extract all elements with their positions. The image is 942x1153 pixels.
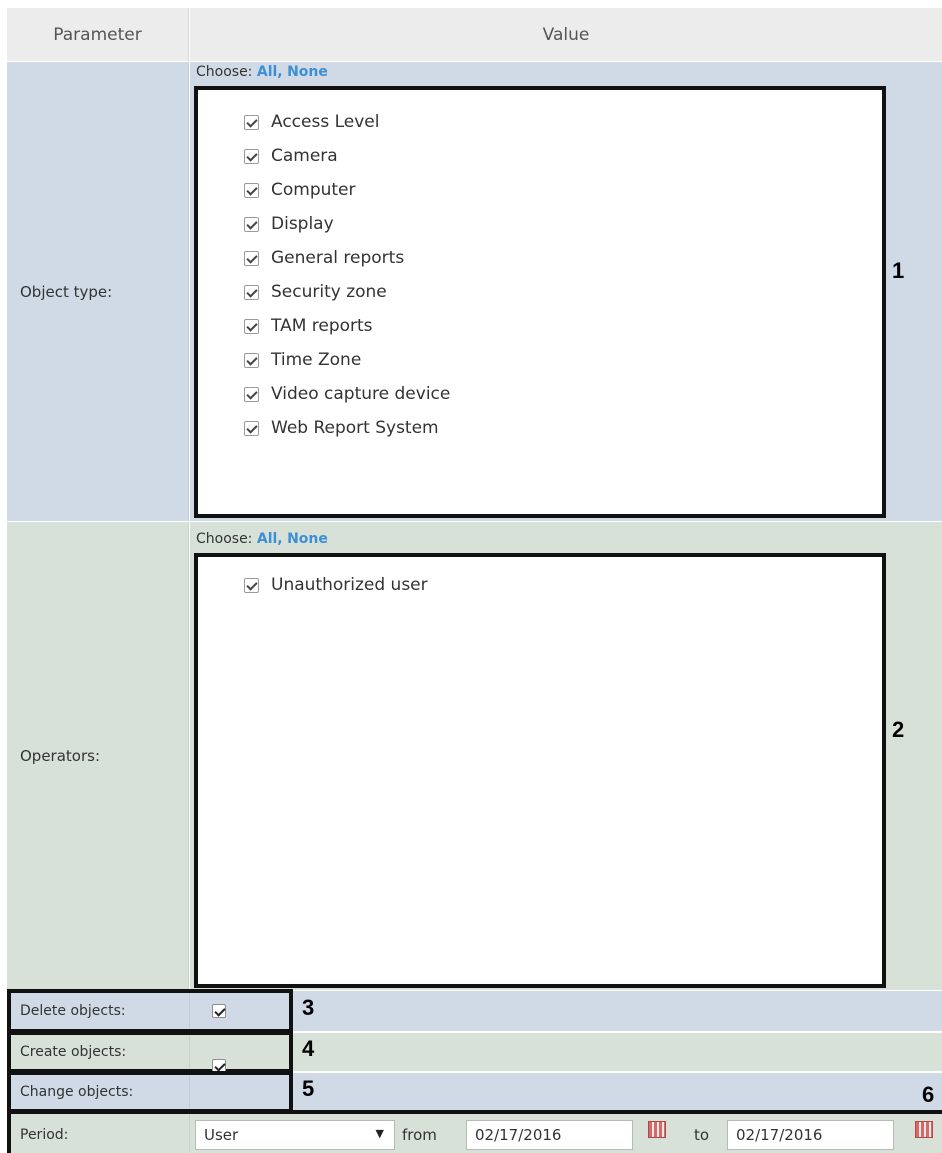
operators-label-cell: Operators: [7, 522, 189, 990]
checkbox-checked-icon[interactable] [244, 284, 259, 300]
list-item-label: Display [271, 214, 334, 234]
checkbox-checked-icon[interactable] [244, 386, 259, 402]
choose-separator: , [277, 531, 283, 547]
to-label: to [694, 1126, 710, 1144]
change-objects-label: Change objects: [20, 1084, 134, 1100]
choose-separator: , [277, 64, 283, 80]
choose-prefix: Choose: [196, 64, 253, 80]
object-type-list[interactable]: Access Level Camera Computer Display Gen… [194, 86, 886, 518]
object-type-label: Object type: [20, 282, 113, 301]
checkbox-checked-icon[interactable] [244, 114, 259, 130]
choose-all-link[interactable]: All [257, 531, 277, 547]
list-item[interactable]: Web Report System [244, 418, 439, 438]
callout-number-2: 2 [892, 717, 905, 742]
period-frame-top [7, 1110, 942, 1114]
checkbox-checked-icon[interactable] [244, 352, 259, 368]
from-date-value: 02/17/2016 [475, 1126, 562, 1144]
list-item[interactable]: Time Zone [244, 350, 361, 370]
period-label-cell: Period: [11, 1116, 189, 1153]
period-select-value: User [204, 1126, 239, 1144]
choose-none-link[interactable]: None [287, 64, 328, 80]
operators-label: Operators: [20, 747, 101, 765]
list-item-label: Access Level [271, 112, 380, 132]
column-divider [189, 1075, 190, 1109]
choose-none-link[interactable]: None [287, 531, 328, 547]
list-item[interactable]: Computer [244, 180, 356, 200]
calendar-icon[interactable] [648, 1121, 666, 1138]
choose-prefix: Choose: [196, 531, 253, 547]
checkbox-checked-icon[interactable] [244, 182, 259, 198]
delete-objects-label: Delete objects: [20, 1003, 126, 1019]
column-divider [189, 993, 190, 1029]
delete-objects-label-cell: Delete objects: [11, 993, 189, 1029]
checkbox-checked-icon[interactable] [244, 216, 259, 232]
list-item[interactable]: Security zone [244, 282, 387, 302]
callout-number-6: 6 [922, 1082, 935, 1107]
from-date-input[interactable]: 02/17/2016 [466, 1120, 633, 1150]
callout-number-5: 5 [302, 1076, 315, 1101]
header-parameter-label: Parameter [53, 24, 142, 45]
list-item-label: Web Report System [271, 418, 439, 438]
list-item[interactable]: Camera [244, 146, 338, 166]
list-item[interactable]: Video capture device [244, 384, 450, 404]
column-divider [189, 1114, 190, 1153]
choose-all-link[interactable]: All [257, 64, 277, 80]
callout-number-3: 3 [302, 995, 315, 1020]
checkbox-checked-icon[interactable] [244, 420, 259, 436]
list-item[interactable]: Unauthorized user [244, 575, 428, 595]
object-type-label-cell: Object type: [7, 62, 189, 521]
callout-number-1: 1 [892, 258, 905, 283]
list-item-label: Camera [271, 146, 338, 166]
list-item-label: TAM reports [271, 316, 373, 336]
operators-list[interactable]: Unauthorized user [194, 553, 886, 988]
change-objects-label-cell: Change objects: [11, 1075, 189, 1109]
to-date-input[interactable]: 02/17/2016 [727, 1120, 894, 1150]
list-item[interactable]: Access Level [244, 112, 379, 132]
period-label: Period: [20, 1126, 69, 1143]
list-item-label: General reports [271, 248, 405, 268]
callout-number-4: 4 [302, 1036, 315, 1061]
calendar-icon[interactable] [915, 1121, 933, 1138]
period-select[interactable]: User ▼ [195, 1120, 395, 1150]
checkbox-checked-icon[interactable] [244, 148, 259, 164]
create-objects-label-cell: Create objects: [11, 1035, 189, 1069]
triangle-down-icon[interactable]: ▼ [376, 1127, 384, 1140]
header-value-label: Value [542, 24, 590, 45]
to-date-value: 02/17/2016 [736, 1126, 823, 1144]
list-item-label: Unauthorized user [271, 575, 428, 595]
object-type-choose: Choose: All, None [196, 64, 328, 80]
list-item[interactable]: TAM reports [244, 316, 373, 336]
list-item[interactable]: Display [244, 214, 334, 234]
from-label: from [402, 1126, 437, 1144]
list-item-label: Time Zone [271, 350, 362, 370]
header-value: Value [190, 8, 942, 61]
create-objects-label: Create objects: [20, 1044, 127, 1060]
operators-choose: Choose: All, None [196, 531, 328, 547]
checkbox-checked-icon[interactable] [244, 250, 259, 266]
list-item-label: Security zone [271, 282, 387, 302]
list-item-label: Video capture device [271, 384, 451, 404]
list-item[interactable]: General reports [244, 248, 404, 268]
delete-objects-checkbox[interactable] [212, 1004, 226, 1018]
header-parameter: Parameter [7, 8, 189, 61]
list-item-label: Computer [271, 180, 356, 200]
checkbox-checked-icon[interactable] [244, 577, 259, 593]
checkbox-checked-icon[interactable] [244, 318, 259, 334]
column-divider [189, 1035, 190, 1069]
